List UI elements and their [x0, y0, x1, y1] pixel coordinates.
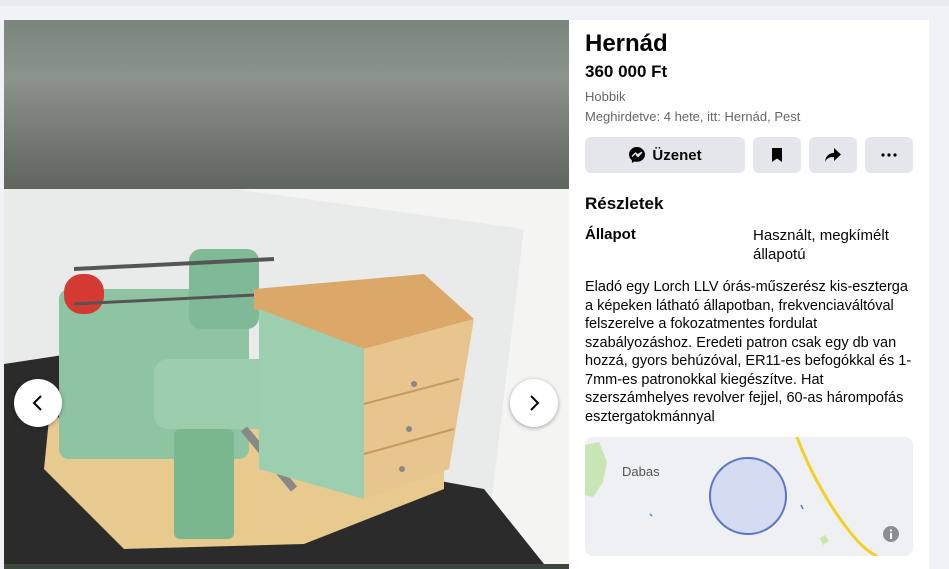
condition-label: Állapot [585, 226, 636, 243]
next-photo-button[interactable] [510, 379, 558, 427]
share-arrow-icon [825, 148, 841, 162]
listing-description: Eladó egy Lorch LLV órás-műszerész kis-e… [585, 279, 912, 425]
share-button[interactable] [809, 137, 857, 173]
map-info-button[interactable] [883, 526, 899, 542]
message-button[interactable]: Üzenet [585, 137, 745, 173]
photo-blurred-background-bottom [4, 564, 569, 569]
map-graphic [585, 437, 913, 556]
chevron-left-icon [32, 395, 42, 411]
listing-photo-viewer [4, 20, 569, 569]
map-place-label: Dabas [622, 464, 660, 479]
more-options-button[interactable] [865, 137, 913, 173]
listing-title: Hernád [585, 30, 668, 57]
location-map[interactable]: Dabas [585, 437, 913, 556]
chevron-right-icon [530, 395, 540, 411]
messenger-icon [629, 147, 646, 163]
top-bar [0, 0, 949, 6]
message-button-label: Üzenet [652, 146, 702, 164]
more-dots-icon [881, 153, 897, 157]
listing-price: 360 000 Ft [585, 62, 668, 81]
listing-category[interactable]: Hobbik [585, 89, 625, 104]
listing-details-panel: Hernád 360 000 Ft Hobbik Meghirdetve: 4 … [569, 20, 929, 569]
listing-posted-info: Meghirdetve: 4 hete, itt: Hernád, Pest [585, 109, 801, 124]
bookmark-icon [772, 148, 782, 162]
details-heading: Részletek [585, 194, 664, 213]
previous-photo-button[interactable] [14, 379, 62, 427]
listing-photo [4, 189, 569, 564]
save-button[interactable] [753, 137, 801, 173]
info-icon [889, 529, 893, 539]
photo-blurred-background [4, 20, 569, 189]
condition-value: Használt, megkímélt állapotú [753, 227, 889, 263]
